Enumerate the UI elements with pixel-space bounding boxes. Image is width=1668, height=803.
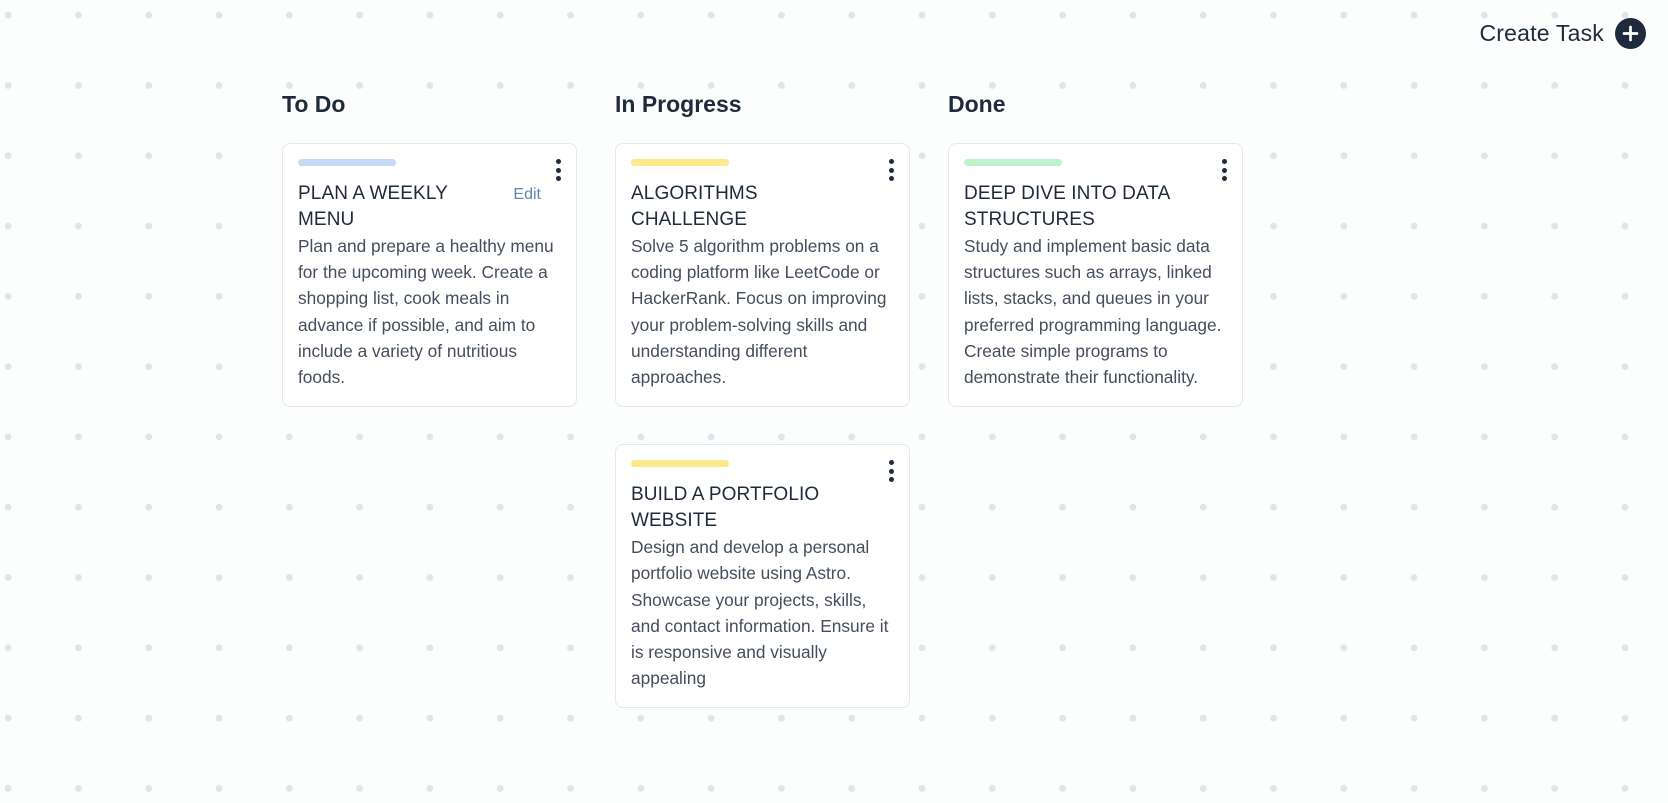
card-title-row: PLAN A WEEKLY MENU Edit [298,181,561,233]
card-title-row: BUILD A PORTFOLIO WEBSITE [631,482,894,534]
card-title-row: ALGORITHMS CHALLENGE [631,181,894,233]
task-card[interactable]: PLAN A WEEKLY MENU Edit Plan and prepare… [282,143,577,408]
column-title: Done [948,91,1006,117]
card-description: Design and develop a personal portfolio … [631,537,889,689]
task-card[interactable]: DEEP DIVE INTO DATA STRUCTURES Study and… [948,143,1243,408]
column-title: In Progress [615,91,742,117]
priority-bar [964,159,1062,166]
priority-bar [631,460,729,468]
column-todo: To Do PLAN A WEEKLY MENU Edit Plan and p… [282,90,577,745]
plus-circle-icon [1615,18,1646,49]
more-options-icon[interactable] [884,159,898,181]
column-title: To Do [282,91,346,117]
priority-bar [298,159,396,166]
card-title: DEEP DIVE INTO DATA STRUCTURES [964,183,1170,230]
card-description: Solve 5 algorithm problems on a coding p… [631,236,887,388]
card-title: BUILD A PORTFOLIO WEBSITE [631,484,820,532]
priority-bar [631,159,729,166]
card-title: ALGORITHMS CHALLENGE [631,183,758,230]
create-task-button[interactable]: Create Task [1479,18,1646,49]
card-description: Study and implement basic data structure… [964,236,1222,388]
card-description: Plan and prepare a healthy menu for the … [298,236,554,388]
card-title: PLAN A WEEKLY MENU [298,183,448,230]
kanban-board: To Do PLAN A WEEKLY MENU Edit Plan and p… [282,90,1243,745]
card-title-row: DEEP DIVE INTO DATA STRUCTURES [964,181,1227,233]
task-card[interactable]: ALGORITHMS CHALLENGE Solve 5 algorithm p… [615,143,910,408]
edit-link[interactable]: Edit [513,186,541,204]
task-card[interactable]: BUILD A PORTFOLIO WEBSITE Design and dev… [615,444,910,709]
more-options-icon[interactable] [551,159,565,181]
column-done: Done DEEP DIVE INTO DATA STRUCTURES Stud… [948,90,1243,745]
more-options-icon[interactable] [884,460,898,483]
more-options-icon[interactable] [1217,159,1231,181]
create-task-label: Create Task [1479,20,1604,46]
column-in-progress: In Progress ALGORITHMS CHALLENGE Solve 5… [615,90,910,745]
